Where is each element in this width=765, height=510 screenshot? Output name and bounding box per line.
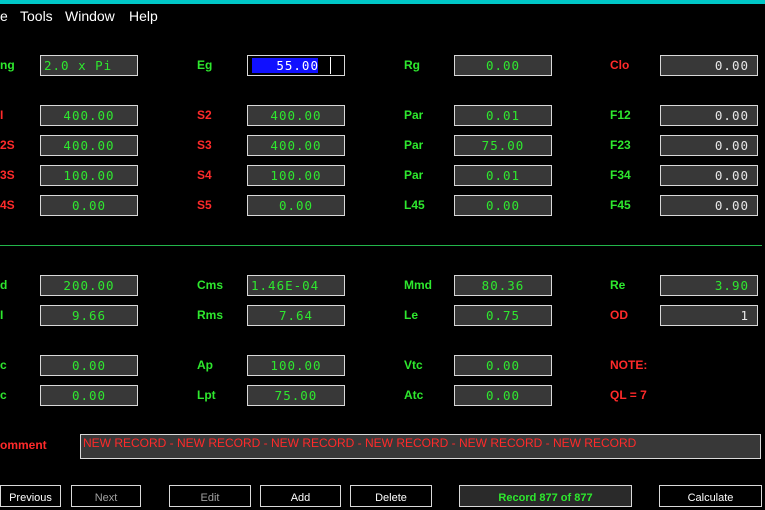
le-field[interactable]: 0.75 xyxy=(454,305,552,326)
label-od: OD xyxy=(610,308,628,322)
label-4s: 4S xyxy=(0,198,15,212)
vtc-field[interactable]: 0.00 xyxy=(454,355,552,376)
label-s2: S2 xyxy=(197,108,212,122)
angle-field[interactable]: 2.0 x Pi xyxy=(40,55,138,76)
label-3s: 3S xyxy=(0,168,15,182)
calculate-button[interactable]: Calculate xyxy=(659,485,762,507)
s3-field[interactable]: 400.00 xyxy=(247,135,345,156)
4s-field[interactable]: 0.00 xyxy=(40,195,138,216)
vc-field[interactable]: 0.00 xyxy=(40,355,138,376)
label-s4: S4 xyxy=(197,168,212,182)
label-mmd: Mmd xyxy=(404,278,432,292)
label-vtc: Vtc xyxy=(404,358,423,372)
label-le: Le xyxy=(404,308,419,322)
ac-field[interactable]: 0.00 xyxy=(40,385,138,406)
label-atc: Atc xyxy=(404,388,424,402)
re-field[interactable]: 3.90 xyxy=(660,275,758,296)
rms-field[interactable]: 7.64 xyxy=(247,305,345,326)
menu-help[interactable]: Help xyxy=(129,8,158,24)
eg-value: 55.00 xyxy=(276,58,319,73)
ap-field[interactable]: 100.00 xyxy=(247,355,345,376)
cms-field[interactable]: 1.46E-04 xyxy=(247,275,345,296)
label-rms: Rms xyxy=(197,308,224,322)
clo-field[interactable]: 0.00 xyxy=(660,55,758,76)
label-f23: F23 xyxy=(610,138,631,152)
label-cms: Cms xyxy=(197,278,224,292)
menu-tools[interactable]: Tools xyxy=(20,8,53,24)
s4-field[interactable]: 100.00 xyxy=(247,165,345,186)
menu-window[interactable]: Window xyxy=(65,8,115,24)
f12-field[interactable]: 0.00 xyxy=(660,105,758,126)
label-s1: I xyxy=(0,108,4,122)
label-s3: S3 xyxy=(197,138,212,152)
eg-field[interactable]: 55.00 xyxy=(247,55,345,76)
label-f12: F12 xyxy=(610,108,631,122)
label-d: d xyxy=(0,278,8,292)
3s-field[interactable]: 100.00 xyxy=(40,165,138,186)
l45-field[interactable]: 0.00 xyxy=(454,195,552,216)
par-field-3[interactable]: 0.01 xyxy=(454,165,552,186)
label-par-2: Par xyxy=(404,138,424,152)
label-re: Re xyxy=(610,278,626,292)
par-field-2[interactable]: 75.00 xyxy=(454,135,552,156)
f45-field[interactable]: 0.00 xyxy=(660,195,758,216)
2s-field[interactable]: 400.00 xyxy=(40,135,138,156)
label-2s: 2S xyxy=(0,138,15,152)
comment-field[interactable]: NEW RECORD - NEW RECORD - NEW RECORD - N… xyxy=(80,434,761,459)
label-f34: F34 xyxy=(610,168,631,182)
label-par-1: Par xyxy=(404,108,424,122)
mmd-field[interactable]: 80.36 xyxy=(454,275,552,296)
section-divider xyxy=(0,245,762,246)
rg-field[interactable]: 0.00 xyxy=(454,55,552,76)
d-field[interactable]: 200.00 xyxy=(40,275,138,296)
par-field-1[interactable]: 0.01 xyxy=(454,105,552,126)
label-l: I xyxy=(0,308,4,322)
l-field[interactable]: 9.66 xyxy=(40,305,138,326)
next-button[interactable]: Next xyxy=(71,485,141,507)
label-lpt: Lpt xyxy=(197,388,216,402)
label-clo: Clo xyxy=(610,58,630,72)
previous-button[interactable]: Previous xyxy=(0,485,61,507)
atc-field[interactable]: 0.00 xyxy=(454,385,552,406)
lpt-field[interactable]: 75.00 xyxy=(247,385,345,406)
label-par-3: Par xyxy=(404,168,424,182)
label-f45: F45 xyxy=(610,198,631,212)
label-vc: c xyxy=(0,358,7,372)
note-label: NOTE: xyxy=(610,358,648,372)
text-caret xyxy=(330,57,331,74)
label-angle: ng xyxy=(0,58,15,72)
menu-bar: e Tools Window Help xyxy=(0,5,765,27)
f23-field[interactable]: 0.00 xyxy=(660,135,758,156)
add-button[interactable]: Add xyxy=(260,485,341,507)
label-s5: S5 xyxy=(197,198,212,212)
label-eg: Eg xyxy=(197,58,213,72)
edit-button[interactable]: Edit xyxy=(169,485,251,507)
label-ac: c xyxy=(0,388,7,402)
od-field[interactable]: 1 xyxy=(660,305,758,326)
ql-note: QL = 7 xyxy=(610,388,647,402)
comment-label: omment xyxy=(0,438,47,452)
label-rg: Rg xyxy=(404,58,420,72)
window-top-border xyxy=(0,0,765,4)
f34-field[interactable]: 0.00 xyxy=(660,165,758,186)
s5-field[interactable]: 0.00 xyxy=(247,195,345,216)
record-status: Record 877 of 877 xyxy=(459,485,632,507)
s1-field[interactable]: 400.00 xyxy=(40,105,138,126)
s2-field[interactable]: 400.00 xyxy=(247,105,345,126)
delete-button[interactable]: Delete xyxy=(350,485,432,507)
label-ap: Ap xyxy=(197,358,213,372)
menu-file[interactable]: e xyxy=(0,8,8,24)
label-l45: L45 xyxy=(404,198,425,212)
